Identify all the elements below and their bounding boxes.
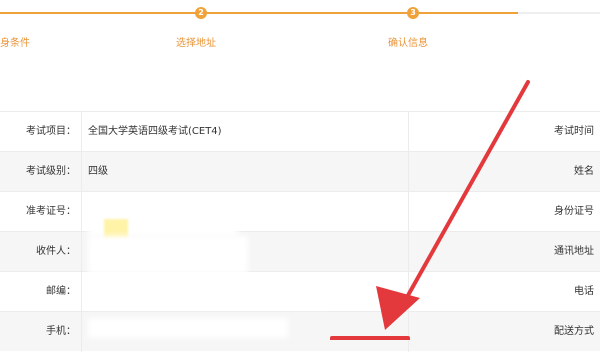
stepper-line-completed	[0, 12, 518, 14]
exam-level-value: 四级	[81, 152, 409, 192]
address-label: 通讯地址	[554, 246, 594, 257]
submit-button-partial[interactable]	[330, 336, 410, 340]
stepper-line-pending	[518, 12, 600, 14]
step-3-label: 确认信息	[388, 38, 428, 49]
exam-item-label: 考试项目：	[26, 126, 76, 137]
recipient-label: 收件人：	[36, 246, 76, 257]
mobile-label: 手机：	[46, 326, 76, 337]
step-2-dot: 2	[195, 7, 207, 19]
ticket-number-label: 准考证号：	[26, 206, 76, 217]
step-1-label: 身条件	[0, 38, 30, 49]
exam-time-label: 考试时间	[554, 126, 594, 137]
step-3-dot: 3	[407, 7, 419, 19]
redaction-blur	[88, 236, 248, 274]
table-row-exam-item: 考试项目： 全国大学英语四级考试(CET4) 考试时间	[0, 111, 600, 152]
name-label: 姓名	[574, 166, 594, 177]
id-number-label: 身份证号	[554, 206, 594, 217]
delivery-method-label: 配送方式	[554, 326, 594, 337]
redaction-blur	[88, 278, 328, 308]
redaction-blur	[88, 318, 288, 338]
step-2-label: 选择地址	[176, 38, 216, 49]
exam-item-value: 全国大学英语四级考试(CET4)	[81, 112, 409, 152]
progress-stepper: 2 3 身条件 选择地址 确认信息	[0, 0, 600, 60]
exam-level-label: 考试级别：	[26, 166, 76, 177]
postcode-label: 邮编：	[46, 286, 76, 297]
table-row-exam-level: 考试级别： 四级 姓名	[0, 151, 600, 192]
phone-label: 电话	[574, 286, 594, 297]
